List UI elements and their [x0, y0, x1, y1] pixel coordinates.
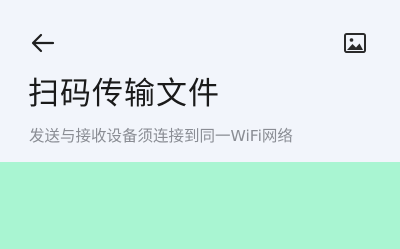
arrow-left-icon: [31, 33, 55, 53]
network-requirement-text: 发送与接收设备须连接到同一WiFi网络: [29, 127, 293, 145]
scan-transfer-screen: 扫码传输文件 发送与接收设备须连接到同一WiFi网络: [0, 0, 400, 249]
gallery-button[interactable]: [338, 28, 372, 58]
page-header: 扫码传输文件 发送与接收设备须连接到同一WiFi网络: [0, 0, 400, 162]
image-icon: [344, 33, 366, 53]
scan-area: [0, 162, 400, 249]
page-title: 扫码传输文件: [28, 76, 220, 112]
back-button[interactable]: [26, 28, 60, 58]
